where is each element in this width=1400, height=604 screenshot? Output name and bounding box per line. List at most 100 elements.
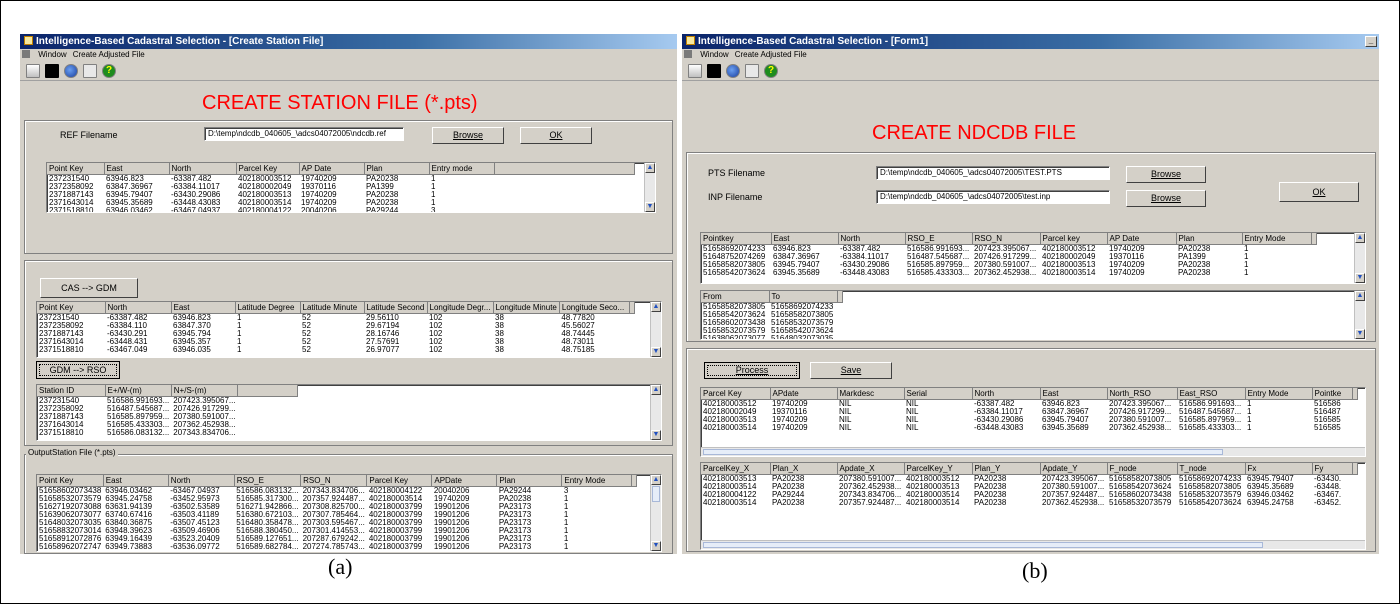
globe-icon[interactable] (726, 63, 740, 78)
column-header[interactable]: North (972, 388, 1041, 400)
column-header[interactable]: Point Key (47, 163, 105, 175)
scrollbar[interactable]: ▲ ▼ (644, 163, 655, 212)
column-header[interactable]: Longitude Degr... (427, 302, 494, 314)
menu-window[interactable]: Window (700, 50, 728, 59)
column-header[interactable]: East (103, 475, 169, 487)
table-row[interactable]: 51648752074269 63847.36967 -63384.11017 516… (701, 253, 1316, 261)
column-header[interactable]: Plan (364, 163, 430, 175)
output-station-list[interactable]: Point Key East North RSO_E RSO_N Parcel Key AP… (36, 474, 662, 552)
column-header[interactable]: Latitude Degree (235, 302, 301, 314)
horizontal-scrollbar[interactable] (701, 447, 1365, 456)
table-row[interactable]: 2371518810 -63467.049 63946.035 1 52 26.97077… (37, 346, 634, 354)
column-header[interactable]: N+/S-(m) (171, 385, 239, 397)
column-header[interactable]: Parcel key (1040, 233, 1108, 245)
column-header[interactable]: RSO_E (234, 475, 302, 487)
column-header[interactable]: East (171, 302, 236, 314)
scrollbar[interactable]: ▲ ▼ (650, 475, 661, 551)
scroll-up-icon[interactable]: ▲ (645, 163, 655, 173)
column-header[interactable]: ParcelKey_Y (904, 463, 973, 475)
ok-button[interactable]: OK (1279, 182, 1359, 202)
table-row[interactable]: 2371887143 63945.79407 -63430.29086 4021800… (47, 191, 634, 199)
scrollbar[interactable]: ▲ ▼ (650, 302, 661, 357)
scroll-thumb[interactable] (652, 486, 660, 502)
menu-create-adjusted-file[interactable]: Create Adjusted File (73, 50, 145, 59)
column-header[interactable]: Parcel Key (701, 388, 771, 400)
table-row[interactable]: 237231540 516586.991693... 207423.395067..… (37, 396, 298, 405)
table-row[interactable]: 51648032073035 63840.36875 -63507.45123 516… (37, 519, 637, 527)
table-row[interactable]: 402180003514 PA20238 207362.452938... 40218… (701, 483, 1357, 491)
column-header[interactable]: RSO_N (972, 233, 1041, 245)
help-icon[interactable]: ? (764, 63, 778, 78)
table-row[interactable]: 2371643014 63945.35689 -63448.43083 4021800… (47, 199, 634, 207)
hand-icon[interactable] (83, 63, 97, 78)
ok-button[interactable]: OK (520, 127, 592, 144)
column-header[interactable]: T_node (1177, 463, 1246, 475)
menu-icon[interactable] (22, 50, 30, 58)
save-disk-icon[interactable] (707, 63, 721, 78)
column-header[interactable]: East_RSO (1177, 388, 1246, 400)
table-row[interactable]: 51658582073805 51658692074233 (701, 302, 842, 311)
table-row[interactable]: 237231540 -63387.482 63946.823 1 52 29.56110 1… (37, 313, 634, 322)
table-row[interactable]: 2371518810 63946.03462 -63467.04937 4021800… (47, 207, 634, 213)
column-header[interactable]: Parcel Key (366, 475, 433, 487)
column-header[interactable]: AP Date (1107, 233, 1177, 245)
minimize-icon[interactable]: _ (1365, 36, 1377, 47)
table-row[interactable]: 51658602073438 51658532073579 (701, 319, 842, 327)
table-row[interactable]: 51658962072747 63949.73883 -63536.09772 516… (37, 543, 637, 551)
pts-browse-button[interactable]: Browse (1126, 166, 1206, 183)
column-header[interactable]: Fy (1312, 463, 1353, 475)
table-row[interactable]: 402180003513 19740209 NIL NIL -63430.29086 63… (701, 416, 1357, 424)
table-row[interactable]: 2371887143 516585.897959... 207380.591007.… (37, 413, 298, 421)
table-row[interactable]: 237231540 63946.823 -63387.482 402180003512… (47, 174, 634, 183)
rso-list[interactable]: Station ID E+/W-(m) N+/S-(m) 237231540 51658… (36, 384, 662, 441)
table-row[interactable]: 2372358092 63847.36967 -63384.11017 4021800… (47, 183, 634, 191)
column-header[interactable]: Pointkey (701, 233, 772, 245)
table-row[interactable]: 51658542073624 63945.35689 -63448.43083 516… (701, 269, 1316, 277)
column-header[interactable]: Longitude Minute (493, 302, 560, 314)
column-header[interactable]: Entry Mode (1242, 233, 1312, 245)
column-header[interactable]: East (771, 233, 839, 245)
scroll-down-icon[interactable]: ▼ (1355, 273, 1365, 283)
column-header[interactable]: Pointke (1312, 388, 1353, 400)
column-header[interactable]: To (769, 291, 838, 303)
column-header[interactable]: Longitude Seco... (559, 302, 630, 314)
column-header[interactable]: Plan (496, 475, 563, 487)
table-row[interactable]: 2371518810 516586.083132... 207343.834706.… (37, 429, 298, 437)
gdm-list[interactable]: Point Key North East Latitude Degree Latitud… (36, 301, 662, 358)
table-row[interactable]: 51658532073579 63945.24758 -63452.95973 516… (37, 495, 637, 503)
column-header[interactable]: ParcelKey_X (701, 463, 771, 475)
scroll-up-icon[interactable]: ▲ (651, 385, 661, 395)
table-row[interactable]: 2371643014 -63448.431 63945.357 1 52 27.57691… (37, 338, 634, 346)
table-row[interactable]: 51658832073014 63948.39623 -63509.46906 516… (37, 527, 637, 535)
table-row[interactable]: 402180003514 19740209 NIL NIL -63448.43083 63… (701, 424, 1357, 432)
column-header[interactable]: North (169, 163, 237, 175)
ref-points-list[interactable]: Point Key East North Parcel Key AP Date Plan E… (46, 162, 656, 213)
column-header[interactable]: Point Key (37, 302, 106, 314)
scroll-up-icon[interactable]: ▲ (1355, 291, 1365, 301)
inp-filename-field[interactable]: D:\temp\ndcdb_040605_\adcs04072005\test.… (876, 190, 1110, 204)
pts-filename-field[interactable]: D:\temp\ndcdb_040605_\adcs04072005\TEST.… (876, 166, 1110, 180)
menu-window[interactable]: Window (38, 50, 66, 59)
inp-browse-button[interactable]: Browse (1126, 190, 1206, 207)
save-button[interactable]: Save (810, 362, 892, 379)
column-header[interactable]: Station ID (37, 385, 106, 397)
table-row[interactable]: 51658692074233 63946.823 -63387.482 516586.… (701, 244, 1316, 253)
column-header[interactable]: Fx (1245, 463, 1313, 475)
links-list[interactable]: From To 51658582073805 51658692074233 516585… (700, 290, 1366, 340)
cas-to-gdm-button[interactable]: CAS --> GDM (40, 278, 138, 298)
scroll-up-icon[interactable]: ▲ (651, 302, 661, 312)
menu-create-adjusted-file[interactable]: Create Adjusted File (735, 50, 807, 59)
process-button[interactable]: Process (704, 362, 800, 379)
hand-icon[interactable] (745, 63, 759, 78)
globe-icon[interactable] (64, 63, 78, 78)
column-header[interactable]: North (105, 302, 172, 314)
column-header[interactable]: Plan_Y (972, 463, 1041, 475)
table-row[interactable]: 51639062073077 63740.67416 -63503.41189 516… (37, 511, 637, 519)
column-header[interactable]: Parcel Key (236, 163, 300, 175)
scroll-down-icon[interactable]: ▼ (1355, 329, 1365, 339)
column-header[interactable]: Apdate_Y (1040, 463, 1108, 475)
table-row[interactable]: 51638062073077 51648032073035 (701, 335, 842, 340)
browse-button[interactable]: Browse (432, 127, 504, 144)
column-header[interactable]: Serial (904, 388, 973, 400)
scroll-down-icon[interactable]: ▼ (651, 541, 661, 551)
